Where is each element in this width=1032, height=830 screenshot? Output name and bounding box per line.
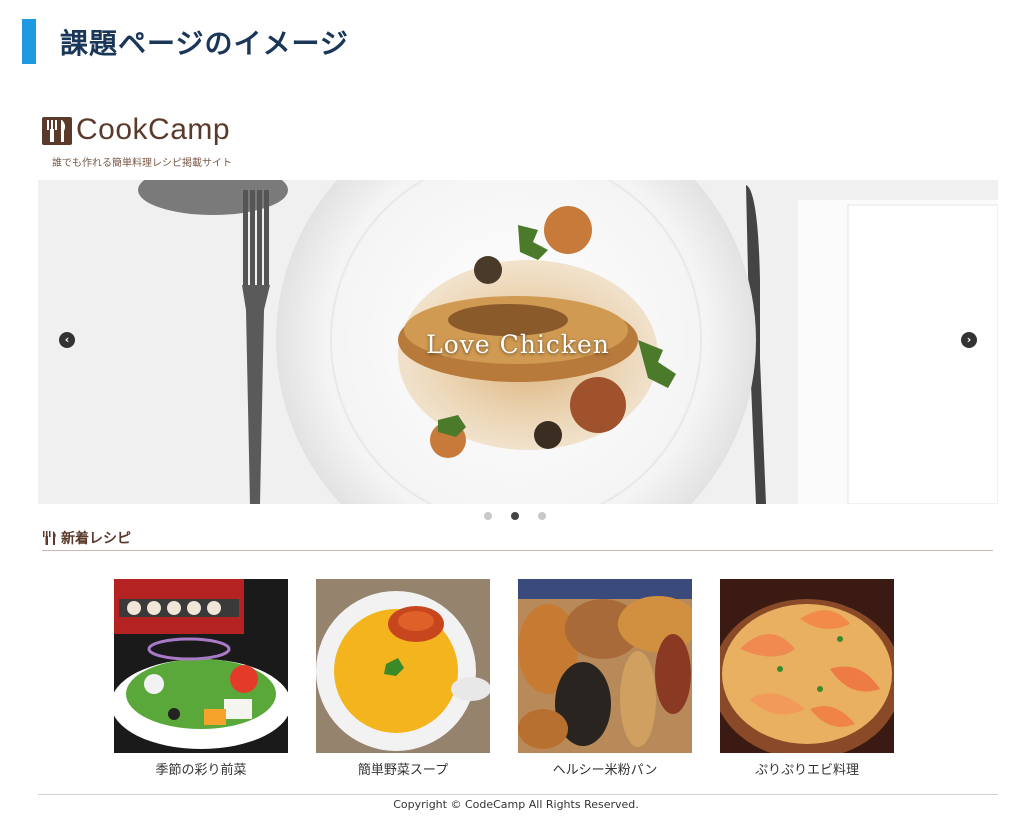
section-header-new-recipes: 新着レシピ: [42, 526, 993, 551]
recipe-name: 簡単野菜スープ: [357, 763, 449, 778]
recipe-image-shrimp: [720, 579, 894, 753]
recipe-card[interactable]: 季節の彩り前菜: [114, 579, 288, 778]
recipe-name: 季節の彩り前菜: [155, 763, 247, 778]
recipe-image-soup: [316, 579, 490, 753]
recipe-image-appetizer: [114, 579, 288, 753]
recipe-name: ぷりぷりエビ料理: [754, 763, 859, 778]
carousel-indicators: [484, 512, 546, 520]
recipe-card[interactable]: ヘルシー米粉パン: [518, 579, 692, 778]
carousel-prev-button[interactable]: ‹: [59, 332, 75, 348]
site-logo[interactable]: CookCamp 誰でも作れる簡単料理レシピ掲載サイト: [42, 113, 252, 171]
recipe-card[interactable]: 簡単野菜スープ: [316, 579, 490, 778]
page-title: 課題ページのイメージ: [60, 26, 349, 60]
hero-carousel[interactable]: Love Chicken ‹ ›: [38, 180, 998, 504]
footer-divider: [38, 794, 998, 795]
carousel-dot[interactable]: [484, 512, 492, 520]
fork-knife-icon: [43, 531, 56, 545]
recipe-card[interactable]: ぷりぷりエビ料理: [720, 579, 894, 778]
recipe-image-bread: [518, 579, 692, 753]
site-tagline: 誰でも作れる簡単料理レシピ掲載サイト: [52, 158, 232, 169]
carousel-caption: Love Chicken: [426, 330, 610, 359]
footer-copyright: Copyright © CodeCamp All Rights Reserved…: [393, 798, 639, 811]
section-title: 新着レシピ: [61, 531, 131, 547]
recipe-name: ヘルシー米粉パン: [552, 763, 658, 778]
logo-text: CookCamp: [76, 113, 231, 146]
heading-accent-bar: [22, 19, 36, 64]
carousel-dot[interactable]: [538, 512, 546, 520]
carousel-next-button[interactable]: ›: [961, 332, 977, 348]
page-heading: 課題ページのイメージ: [22, 19, 349, 64]
recipe-list: 季節の彩り前菜 簡単野菜スープ ヘルシー米粉パン ぷりぷりエビ料理: [114, 579, 894, 778]
logo-mark-icon: [42, 117, 72, 145]
carousel-dot-active[interactable]: [511, 512, 519, 520]
